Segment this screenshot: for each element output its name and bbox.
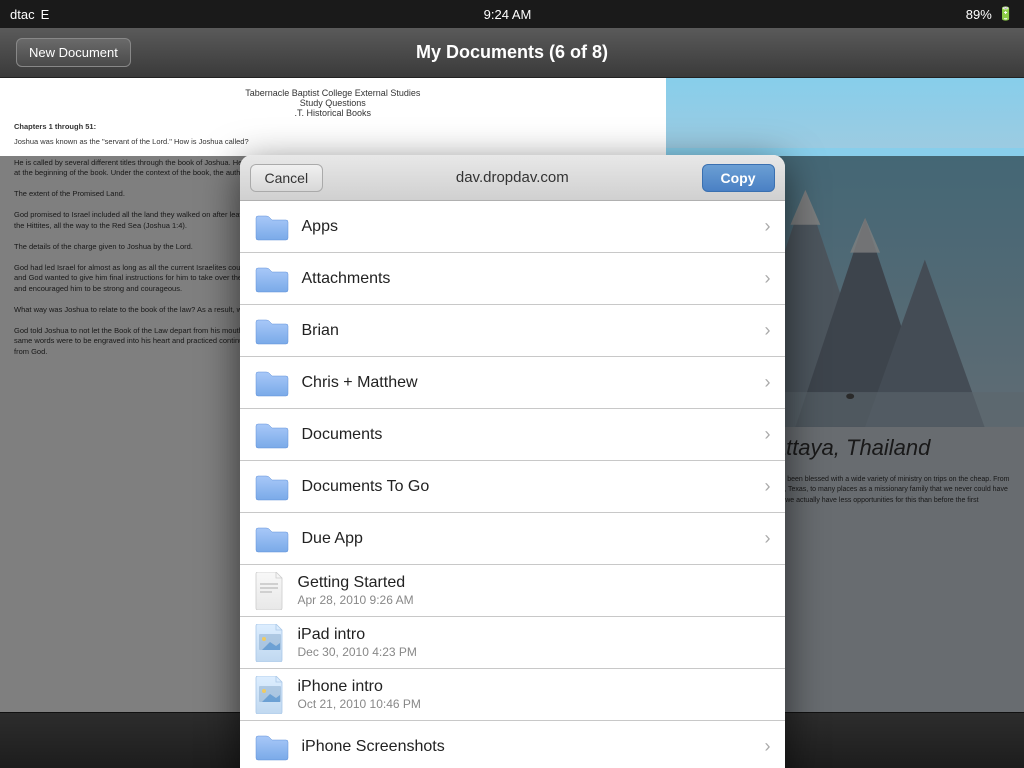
status-bar: dtac E 9:24 AM 89% 🔋 — [0, 0, 1024, 28]
page-title: My Documents (6 of 8) — [416, 42, 608, 63]
item-name: Chris + Matthew — [302, 374, 753, 392]
list-item[interactable]: iPad intro Dec 30, 2010 4:23 PM — [240, 617, 785, 669]
item-content: Chris + Matthew — [302, 374, 753, 392]
item-name: Due App — [302, 530, 753, 548]
item-name: Documents — [302, 426, 753, 444]
item-content: Brian — [302, 322, 753, 340]
item-name: iPhone intro — [298, 678, 771, 696]
item-content: iPhone Screenshots — [302, 738, 753, 756]
chevron-right-icon: › — [765, 320, 771, 341]
nav-bar: New Document My Documents (6 of 8) — [0, 28, 1024, 78]
chevron-right-icon: › — [765, 372, 771, 393]
chevron-right-icon: › — [765, 736, 771, 757]
item-date: Oct 21, 2010 10:46 PM — [298, 697, 771, 711]
main-content: Tabernacle Baptist College External Stud… — [0, 78, 1024, 712]
item-content: Apps — [302, 218, 753, 236]
status-left: dtac E — [10, 7, 49, 22]
folder-icon — [254, 472, 290, 502]
chevron-right-icon: › — [765, 528, 771, 549]
list-item[interactable]: Attachments › — [240, 253, 785, 305]
status-right: 89% 🔋 — [966, 6, 1014, 22]
item-name: Attachments — [302, 270, 753, 288]
copy-modal: Cancel dav.dropdav.com Copy Apps › — [240, 155, 785, 768]
new-document-button[interactable]: New Document — [16, 38, 131, 67]
modal-url: dav.dropdav.com — [456, 169, 569, 186]
chevron-right-icon: › — [765, 216, 771, 237]
item-content: iPad intro Dec 30, 2010 4:23 PM — [298, 626, 771, 659]
list-item[interactable]: iPhone intro Oct 21, 2010 10:46 PM — [240, 669, 785, 721]
item-name: Brian — [302, 322, 753, 340]
doc-header: Tabernacle Baptist College External Stud… — [14, 88, 652, 118]
modal-list: Apps › Attachments › — [240, 201, 785, 768]
folder-icon — [254, 212, 290, 242]
item-content: Getting Started Apr 28, 2010 9:26 AM — [298, 574, 771, 607]
list-item[interactable]: iPhone Screenshots › — [240, 721, 785, 768]
item-date: Dec 30, 2010 4:23 PM — [298, 645, 771, 659]
item-content: Attachments — [302, 270, 753, 288]
file-icon — [254, 572, 286, 610]
item-content: Due App — [302, 530, 753, 548]
modal-header: Cancel dav.dropdav.com Copy — [240, 155, 785, 201]
list-item[interactable]: Brian › — [240, 305, 785, 357]
folder-icon — [254, 316, 290, 346]
list-item[interactable]: Documents To Go › — [240, 461, 785, 513]
modal-overlay: Cancel dav.dropdav.com Copy Apps › — [0, 156, 1024, 768]
item-content: Documents — [302, 426, 753, 444]
item-name: iPad intro — [298, 626, 771, 644]
list-item[interactable]: Due App › — [240, 513, 785, 565]
battery-label: 89% — [966, 7, 992, 22]
file-thumbnail-icon — [254, 624, 286, 662]
signal-label: E — [41, 7, 50, 22]
cancel-button[interactable]: Cancel — [250, 164, 324, 192]
chevron-right-icon: › — [765, 424, 771, 445]
item-name: Getting Started — [298, 574, 771, 592]
folder-icon — [254, 368, 290, 398]
item-name: Apps — [302, 218, 753, 236]
item-name: Documents To Go — [302, 478, 753, 496]
list-item[interactable]: Chris + Matthew › — [240, 357, 785, 409]
item-date: Apr 28, 2010 9:26 AM — [298, 593, 771, 607]
folder-icon — [254, 524, 290, 554]
folder-icon — [254, 264, 290, 294]
chevron-right-icon: › — [765, 268, 771, 289]
folder-icon — [254, 420, 290, 450]
list-item[interactable]: Documents › — [240, 409, 785, 461]
item-content: Documents To Go — [302, 478, 753, 496]
carrier-label: dtac — [10, 7, 35, 22]
chevron-right-icon: › — [765, 476, 771, 497]
folder-icon — [254, 732, 290, 762]
list-item[interactable]: Apps › — [240, 201, 785, 253]
file-thumbnail-icon — [254, 676, 286, 714]
time-label: 9:24 AM — [484, 7, 532, 22]
copy-button[interactable]: Copy — [702, 164, 775, 192]
item-name: iPhone Screenshots — [302, 738, 753, 756]
list-item[interactable]: Getting Started Apr 28, 2010 9:26 AM — [240, 565, 785, 617]
item-content: iPhone intro Oct 21, 2010 10:46 PM — [298, 678, 771, 711]
battery-icon: 🔋 — [998, 6, 1014, 22]
